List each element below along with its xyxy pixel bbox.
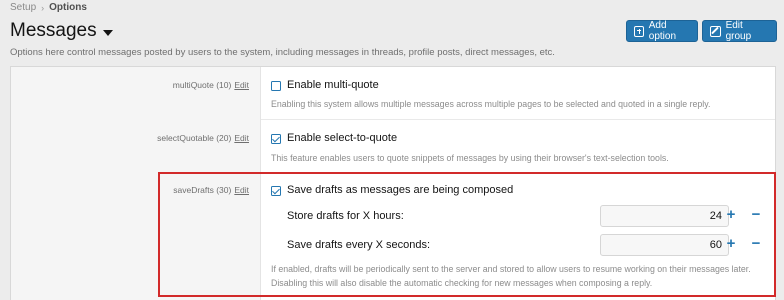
edit-link-multiquote[interactable]: Edit (234, 80, 249, 90)
add-option-button[interactable]: Add option (626, 20, 698, 42)
edit-link-selectquotable[interactable]: Edit (234, 133, 249, 143)
highlight-box (158, 172, 776, 297)
selectquotable-checkbox[interactable] (271, 134, 281, 144)
page-description: Options here control messages posted by … (10, 47, 555, 58)
option-id-label: multiQuote (10) (172, 80, 232, 90)
chevron-right-icon: › (41, 2, 45, 13)
selectquotable-explain: This feature enables users to quote snip… (271, 153, 669, 163)
option-id-selectquotable: selectQuotable (20) Edit (157, 133, 249, 143)
selectquotable-label[interactable]: Enable select-to-quote (287, 132, 397, 144)
edit-group-label: Edit group (725, 20, 752, 42)
plus-square-icon (634, 25, 644, 37)
caret-down-icon[interactable] (102, 29, 113, 36)
row-divider (261, 119, 775, 120)
option-id-label: selectQuotable (20) (157, 133, 232, 143)
edit-group-button[interactable]: Edit group (702, 20, 777, 42)
multiquote-explain: Enabling this system allows multiple mes… (271, 99, 711, 109)
option-id-multiquote: multiQuote (10) Edit (173, 80, 249, 90)
page-title-row: Messages (10, 20, 113, 42)
page-title: Messages (10, 20, 97, 41)
edit-icon (710, 25, 721, 37)
multiquote-checkbox[interactable] (271, 81, 281, 91)
breadcrumb: Setup › Options (10, 2, 87, 13)
breadcrumb-item-setup[interactable]: Setup (10, 2, 36, 13)
multiquote-label[interactable]: Enable multi-quote (287, 79, 379, 91)
top-bar: Setup › Options (0, 0, 784, 16)
add-option-label: Add option (648, 20, 677, 42)
breadcrumb-item-options[interactable]: Options (49, 2, 87, 13)
